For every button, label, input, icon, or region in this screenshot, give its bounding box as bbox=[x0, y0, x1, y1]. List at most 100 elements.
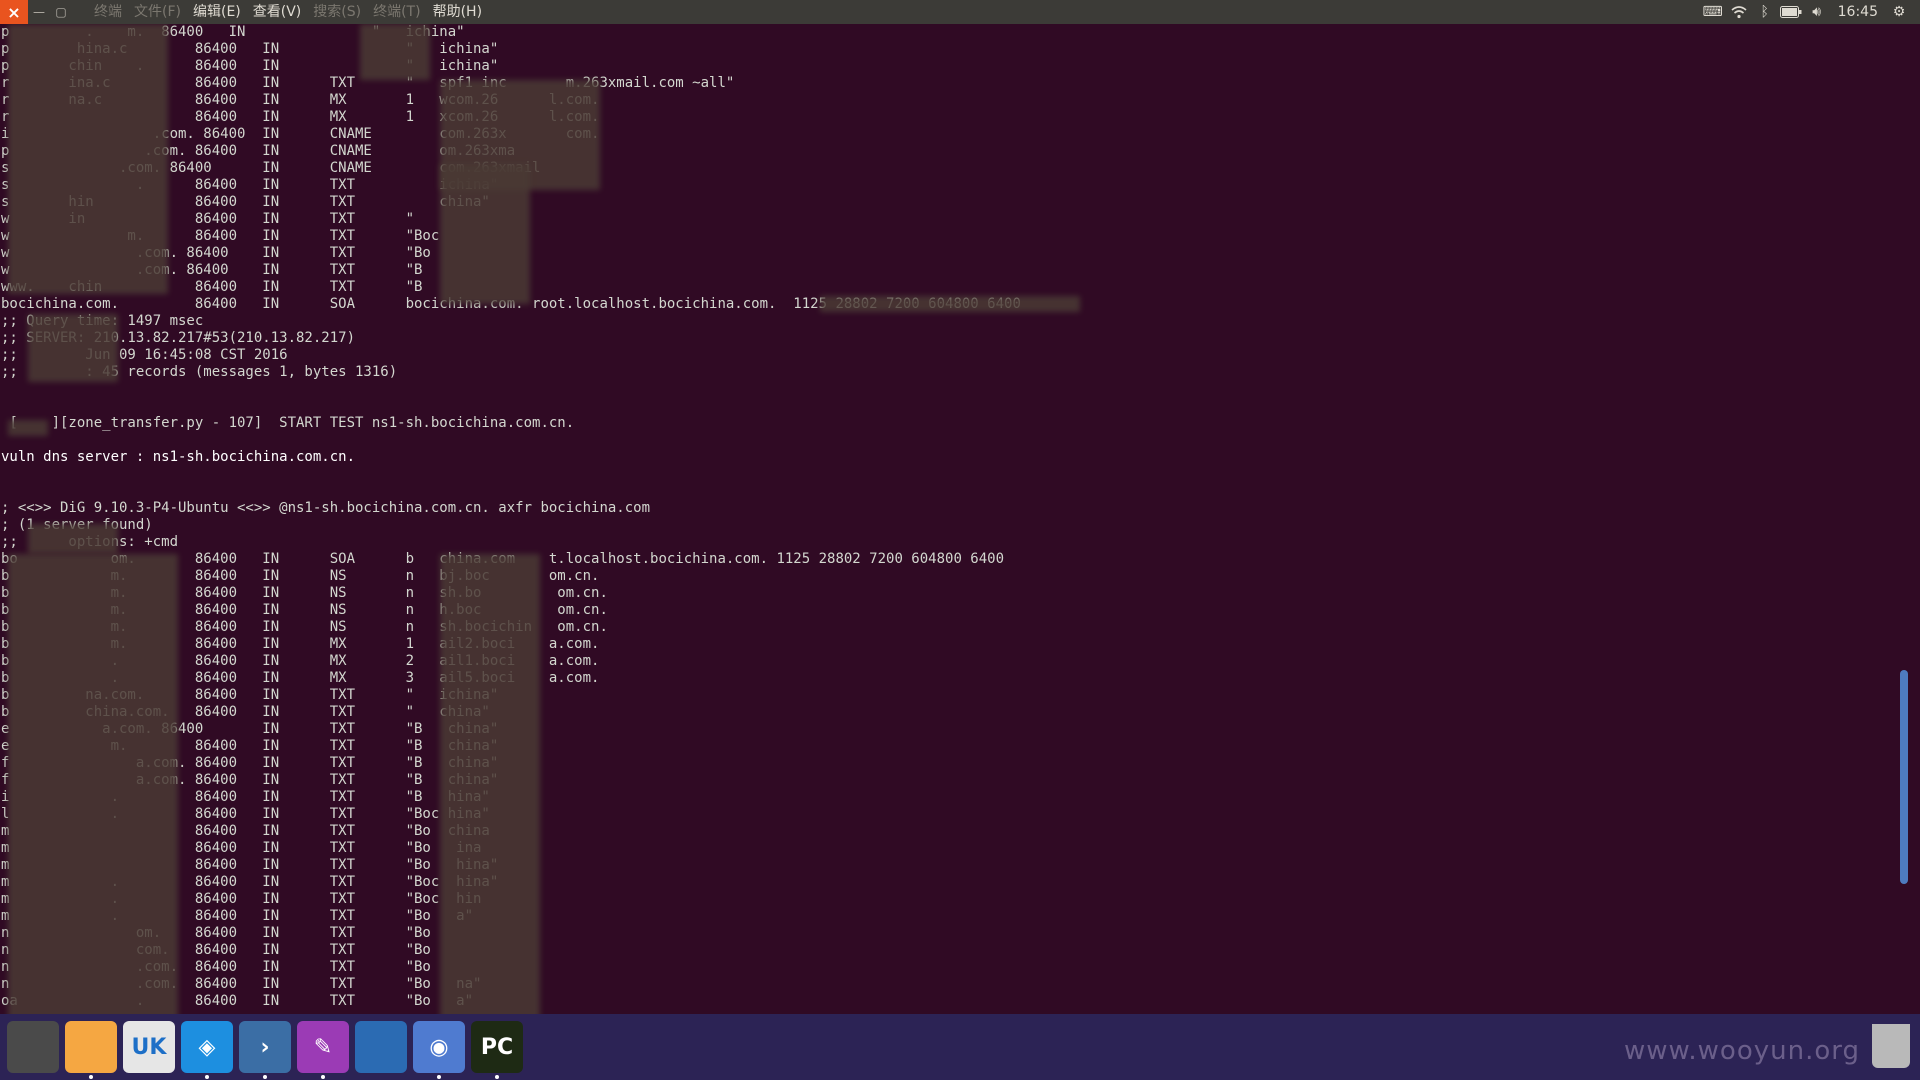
terminal-line: i .com. 86400 IN CNAME com.263x com. bbox=[1, 126, 600, 142]
redaction-mask bbox=[28, 314, 118, 382]
dock-app-glyph: ◉ bbox=[429, 1034, 449, 1060]
terminal-line: ;; Jun 09 16:45:08 CST 2016 bbox=[1, 347, 288, 363]
trash-icon[interactable] bbox=[1872, 1024, 1910, 1068]
terminal-line: n com. 86400 IN TXT "Bo bbox=[1, 942, 431, 958]
volume-icon[interactable]: 🔊︎ bbox=[1804, 0, 1830, 24]
redaction-mask bbox=[440, 164, 530, 304]
terminal-line: w in 86400 IN TXT " bbox=[1, 211, 415, 227]
terminal-line: ; <<>> DiG 9.10.3-P4-Ubuntu <<>> @ns1-sh… bbox=[1, 500, 651, 516]
terminal-line: n .com. 86400 IN TXT "Bo na" bbox=[1, 976, 482, 992]
terminal-line: e a.com. 86400 IN TXT "B china" bbox=[1, 721, 499, 737]
terminal-line: f a.com. 86400 IN TXT "B china" bbox=[1, 772, 499, 788]
menu-item[interactable]: 搜索(S) bbox=[307, 0, 367, 24]
terminal-line: m 86400 IN TXT "Bo china bbox=[1, 823, 490, 839]
terminal-line: www. chin 86400 IN TXT "B bbox=[1, 279, 423, 295]
terminal-line: s hin 86400 IN TXT china" bbox=[1, 194, 490, 210]
files-icon[interactable] bbox=[65, 1021, 117, 1079]
terminal-line: r na.c 86400 IN MX 1 wcom.26 l.com. bbox=[1, 92, 600, 108]
menu-item[interactable]: 文件(F) bbox=[128, 0, 187, 24]
menu-item[interactable]: 查看(V) bbox=[247, 0, 308, 24]
terminal-line: m . 86400 IN TXT "Boc hina" bbox=[1, 874, 499, 890]
terminal-line: ; (1 server found) bbox=[1, 517, 153, 533]
code-editor-icon[interactable]: ◈ bbox=[181, 1021, 233, 1079]
battery-icon[interactable] bbox=[1778, 0, 1804, 24]
ubuntu-launcher-icon[interactable] bbox=[7, 1021, 59, 1073]
terminal-line: i . 86400 IN TXT "B hina" bbox=[1, 789, 490, 805]
software-center-icon[interactable]: UK bbox=[123, 1021, 175, 1073]
terminal-line: b . 86400 IN MX 3 ail5.boci a.com. bbox=[1, 670, 600, 686]
terminal-line: p . m. 86400 IN " ichina" bbox=[1, 24, 465, 40]
redaction-mask bbox=[28, 524, 118, 554]
terminal-line: b m. 86400 IN NS n sh.bocichin om.cn. bbox=[1, 619, 608, 635]
terminal-line: r 86400 IN MX 1 xcom.26 l.com. bbox=[1, 109, 600, 125]
terminal-line: w m. 86400 IN TXT "Boc bbox=[1, 228, 440, 244]
terminal-line: ;; SERVER: 210.13.82.217#53(210.13.82.21… bbox=[1, 330, 356, 346]
close-icon[interactable]: × bbox=[0, 0, 28, 24]
terminal-line: n om. 86400 IN TXT "Bo bbox=[1, 925, 431, 941]
terminal-line: b m. 86400 IN MX 1 ail2.boci a.com. bbox=[1, 636, 600, 652]
dock-app-glyph: ✎ bbox=[313, 1034, 333, 1060]
chromium-icon[interactable]: ◉ bbox=[413, 1021, 465, 1079]
gear-icon[interactable]: ⚙ bbox=[1886, 0, 1912, 24]
dock-app-glyph: PC bbox=[480, 1034, 514, 1060]
minimize-icon[interactable]: — bbox=[28, 0, 50, 24]
system-tray: ⌨ ᛒ 🔊︎ 16:45 ⚙ bbox=[1700, 0, 1920, 24]
terminal-line: oa . 86400 IN TXT "Bo a" bbox=[1, 993, 474, 1009]
terminal-line: vuln dns server : ns1-sh.bocichina.com.c… bbox=[1, 449, 356, 465]
redaction-mask bbox=[360, 24, 430, 80]
terminal-line: p .com. 86400 IN CNAME om.263xma bbox=[1, 143, 516, 159]
terminal-line: f a.com. 86400 IN TXT "B china" bbox=[1, 755, 499, 771]
terminal-line: ;; : 45 records (messages 1, bytes 1316) bbox=[1, 364, 398, 380]
keyboard-icon[interactable]: ⌨ bbox=[1700, 0, 1726, 24]
terminal-line: l . 86400 IN TXT "Boc hina" bbox=[1, 806, 490, 822]
menu-item[interactable]: 帮助(H) bbox=[427, 0, 488, 24]
workspace-switcher-icon[interactable] bbox=[355, 1021, 407, 1073]
terminal-line: b na.com. 86400 IN TXT " ichina" bbox=[1, 687, 499, 703]
terminal-line: s . 86400 IN TXT ichina" bbox=[1, 177, 499, 193]
running-indicator bbox=[89, 1075, 93, 1079]
terminal-line: b . 86400 IN MX 2 ail1.boci a.com. bbox=[1, 653, 600, 669]
dock-app-glyph: UK bbox=[131, 1034, 167, 1060]
terminal-line: b m. 86400 IN NS n h.boc om.cn. bbox=[1, 602, 608, 618]
text-editor-icon[interactable]: ✎ bbox=[297, 1021, 349, 1079]
redaction-mask bbox=[820, 296, 1080, 312]
terminal-icon[interactable]: › bbox=[239, 1021, 291, 1079]
running-indicator bbox=[495, 1075, 499, 1079]
terminal-line: m . 86400 IN TXT "Boc hin bbox=[1, 891, 482, 907]
terminal-line: e m. 86400 IN TXT "B china" bbox=[1, 738, 499, 754]
terminal-line: w .com. 86400 IN TXT "B bbox=[1, 262, 423, 278]
clock[interactable]: 16:45 bbox=[1830, 4, 1886, 20]
running-indicator bbox=[437, 1075, 441, 1079]
scrollbar[interactable] bbox=[1900, 670, 1908, 884]
terminal-line: b m. 86400 IN NS n bj.boc om.cn. bbox=[1, 568, 600, 584]
terminal-output[interactable]: p . m. 86400 IN " ichina" p hina.c 86400 … bbox=[0, 24, 1908, 1014]
menu-item[interactable]: 终端 bbox=[88, 0, 128, 24]
terminal-line: m 86400 IN TXT "Bo ina bbox=[1, 840, 482, 856]
menu-item[interactable]: 编辑(E) bbox=[187, 0, 247, 24]
terminal-lines: p . m. 86400 IN " ichina" p hina.c 86400 … bbox=[0, 24, 1908, 1010]
menu-bar: 终端 文件(F) 编辑(E) 查看(V) 搜索(S) 终端(T) 帮助(H) bbox=[88, 0, 488, 24]
redaction-mask bbox=[440, 554, 540, 1014]
terminal-line: r ina.c 86400 IN TXT " spf1 inc m.263xma… bbox=[1, 75, 735, 91]
watermark: www.wooyun.org bbox=[1623, 1036, 1860, 1066]
running-indicator bbox=[205, 1075, 209, 1079]
terminal-line: p hina.c 86400 IN " ichina" bbox=[1, 41, 499, 57]
menu-item[interactable]: 终端(T) bbox=[367, 0, 426, 24]
running-indicator bbox=[321, 1075, 325, 1079]
wifi-icon[interactable] bbox=[1726, 0, 1752, 24]
pycharm-icon[interactable]: PC bbox=[471, 1021, 523, 1079]
terminal-line: bo om. 86400 IN SOA b china.com t.localh… bbox=[1, 551, 1005, 567]
terminal-line: [ ][zone_transfer.py - 107] START TEST n… bbox=[1, 415, 575, 431]
maximize-icon[interactable]: ▢ bbox=[50, 0, 72, 24]
bluetooth-icon[interactable]: ᛒ bbox=[1752, 0, 1778, 24]
terminal-line: p chin . 86400 IN " ichina" bbox=[1, 58, 499, 74]
redaction-mask bbox=[8, 420, 48, 436]
running-indicator bbox=[263, 1075, 267, 1079]
terminal-line: s .com. 86400 IN CNAME com.263xmail bbox=[1, 160, 541, 176]
terminal-line: m . 86400 IN TXT "Bo a" bbox=[1, 908, 474, 924]
